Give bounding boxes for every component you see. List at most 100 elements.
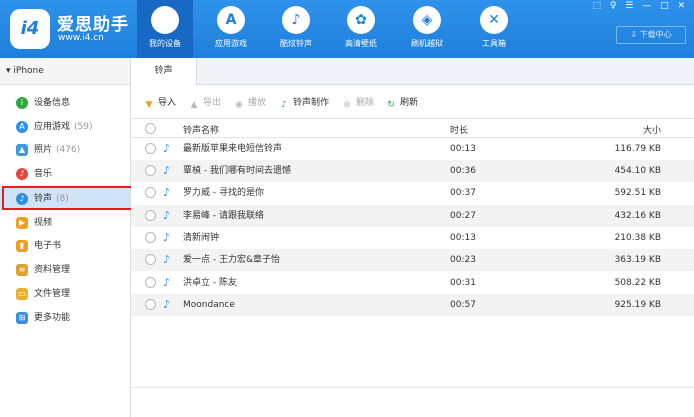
nav-my-device[interactable]: 我的设备	[137, 0, 193, 58]
sidebar-item-more[interactable]: ⊞ 更多功能	[0, 307, 130, 329]
ringtone-size: 925.19 KB	[614, 300, 661, 310]
book-icon: ▮	[16, 239, 28, 252]
bell-icon: ♪	[163, 186, 171, 199]
ringtone-name: 爱一点 - 王力宏&章子怡	[183, 255, 280, 265]
device-header[interactable]: ▾ iPhone	[0, 58, 130, 85]
import-icon: ▼	[145, 100, 153, 110]
sidebar-item-music[interactable]: ♪ 音乐	[0, 163, 130, 185]
nav-label: 应用游戏	[215, 39, 247, 48]
main-panel: 铃声 ▼ 导入 ▲ 导出 ◉ 播放 ♪ 铃声制作 ⊗ 删除 ↻ 刷新 铃声名称 时长 大小 …	[131, 58, 694, 417]
app-url: www.i4.cn	[58, 33, 104, 43]
ringtone-name: 覃楨 - 我们哪有时间去遗憾	[183, 166, 291, 176]
row-checkbox[interactable]	[145, 165, 156, 176]
table-row[interactable]: ♪ 清新闹钟 00:13 210.38 KB	[131, 227, 694, 249]
sidebar-item-label: 音乐	[34, 169, 53, 179]
table-row[interactable]: ♪ 爱一点 - 王力宏&章子怡 00:23 363.19 KB	[131, 249, 694, 271]
nav-flash-jailbreak[interactable]: ◈ 刷机越狱	[399, 0, 455, 58]
ringtone-size: 363.19 KB	[614, 255, 661, 265]
column-header-size[interactable]: 大小	[643, 123, 661, 136]
row-checkbox[interactable]	[145, 143, 156, 154]
table-row[interactable]: ♪ 洪卓立 - 陈友 00:31 508.22 KB	[131, 272, 694, 294]
nav-ringtones[interactable]: ♪ 酷炫铃声	[268, 0, 324, 58]
export-button[interactable]: ▲ 导出	[188, 95, 221, 111]
refresh-icon: ↻	[387, 100, 395, 110]
table-row[interactable]: ♪ Moondance 00:57 925.19 KB	[131, 294, 694, 316]
delete-button[interactable]: ⊗ 删除	[341, 95, 374, 111]
import-label: 导入	[158, 98, 177, 108]
box-icon: ◈	[413, 6, 441, 34]
table-row[interactable]: ♪ 罗力威 - 寻找的是你 00:37 592.51 KB	[131, 182, 694, 204]
appstore-icon: A	[16, 120, 28, 133]
ringtone-duration: 00:27	[450, 211, 476, 221]
ringtone-maker-button[interactable]: ♪ 铃声制作	[278, 95, 329, 111]
row-checkbox[interactable]	[145, 187, 156, 198]
sidebar-item-file-management[interactable]: ▭ 文件管理	[0, 283, 130, 305]
sidebar-item-apps[interactable]: A 应用游戏 (59)	[0, 116, 130, 138]
sidebar-item-label: 更多功能	[34, 313, 71, 323]
sidebar-item-device-info[interactable]: i 设备信息	[0, 92, 130, 114]
sidebar-item-label: 应用游戏	[34, 122, 71, 132]
sidebar-item-photos[interactable]: ▲ 照片 (476)	[0, 139, 130, 161]
play-icon: ◉	[235, 100, 243, 110]
nav-wallpapers[interactable]: ✿ 高清壁纸	[333, 0, 389, 58]
row-checkbox[interactable]	[145, 299, 156, 310]
ringtone-size: 210.38 KB	[614, 233, 661, 243]
ringtone-name: 罗力威 - 寻找的是你	[183, 188, 264, 198]
sidebar-item-label: 文件管理	[34, 289, 71, 299]
import-button[interactable]: ▼ 导入	[143, 95, 176, 111]
nav-apps-games[interactable]: A 应用游戏	[203, 0, 259, 58]
column-header-name[interactable]: 铃声名称	[183, 123, 219, 136]
sidebar-item-data-management[interactable]: ≡ 资料管理	[0, 259, 130, 281]
table-header: 铃声名称 时长 大小	[131, 118, 694, 138]
download-center-label: 下载中心	[639, 30, 672, 39]
ringtone-duration: 00:13	[450, 144, 476, 154]
sidebar-item-count: (476)	[56, 145, 81, 155]
music-icon: ♪	[16, 167, 28, 180]
sidebar-item-label: 资料管理	[34, 265, 71, 275]
table-row[interactable]: ♪ 最新版苹果来电短信铃声 00:13 116.79 KB	[131, 138, 694, 160]
ringtone-duration: 00:57	[450, 300, 476, 310]
bell-icon: ♪	[163, 231, 171, 244]
ringtone-name: 李易峰 - 请跟我联络	[183, 211, 264, 221]
nav-toolbox[interactable]: ✕ 工具箱	[466, 0, 522, 58]
row-checkbox[interactable]	[145, 232, 156, 243]
sidebar-item-label: 设备信息	[34, 98, 71, 108]
column-header-duration[interactable]: 时长	[450, 123, 468, 136]
sidebar-item-count: (59)	[74, 122, 93, 132]
row-checkbox[interactable]	[145, 210, 156, 221]
play-label: 播放	[248, 98, 267, 108]
table-row[interactable]: ♪ 李易峰 - 请跟我联络 00:27 432.16 KB	[131, 205, 694, 227]
delete-icon: ⊗	[343, 100, 351, 110]
sidebar-item-label: 照片	[34, 145, 53, 155]
device-name: iPhone	[13, 66, 44, 76]
sidebar-item-ebooks[interactable]: ▮ 电子书	[0, 235, 130, 257]
sidebar-item-label: 电子书	[34, 241, 62, 251]
ringtone-duration: 00:31	[450, 278, 476, 288]
ringtone-size: 116.79 KB	[614, 144, 661, 154]
nav-label: 工具箱	[482, 39, 506, 48]
table-row[interactable]: ♪ 覃楨 - 我们哪有时间去遗憾 00:36 454.10 KB	[131, 160, 694, 182]
refresh-button[interactable]: ↻ 刷新	[385, 95, 418, 111]
ringtone-duration: 00:37	[450, 188, 476, 198]
folder-icon: ▭	[16, 287, 28, 300]
select-all-checkbox[interactable]	[145, 123, 156, 134]
row-checkbox[interactable]	[145, 277, 156, 288]
bell-icon: ♪	[163, 276, 171, 289]
download-icon: ⇩	[630, 30, 640, 39]
ringtone-name: Moondance	[183, 300, 235, 310]
row-checkbox[interactable]	[145, 254, 156, 265]
download-center-button[interactable]: ⇩ 下载中心	[616, 26, 686, 44]
more-icon: ⊞	[16, 311, 28, 324]
tab-bar: 铃声	[131, 58, 694, 86]
sidebar-item-video[interactable]: ▶ 视频	[0, 212, 130, 234]
nav-label: 刷机越狱	[411, 39, 443, 48]
appstore-icon: A	[217, 6, 245, 34]
top-bar: i4 爱思助手 www.i4.cn 我的设备 A 应用游戏 ♪ 酷炫铃声 ✿ 高…	[0, 0, 694, 58]
tab-ringtones[interactable]: 铃声	[131, 58, 197, 86]
bell-icon: ♪	[163, 209, 171, 222]
play-button[interactable]: ◉ 播放	[233, 95, 266, 111]
window-controls[interactable]: ⬚ ♀ ☰ — □ ✕	[592, 1, 688, 11]
status-divider	[131, 387, 694, 388]
export-icon: ▲	[190, 100, 198, 110]
ringtone-size: 508.22 KB	[614, 278, 661, 288]
